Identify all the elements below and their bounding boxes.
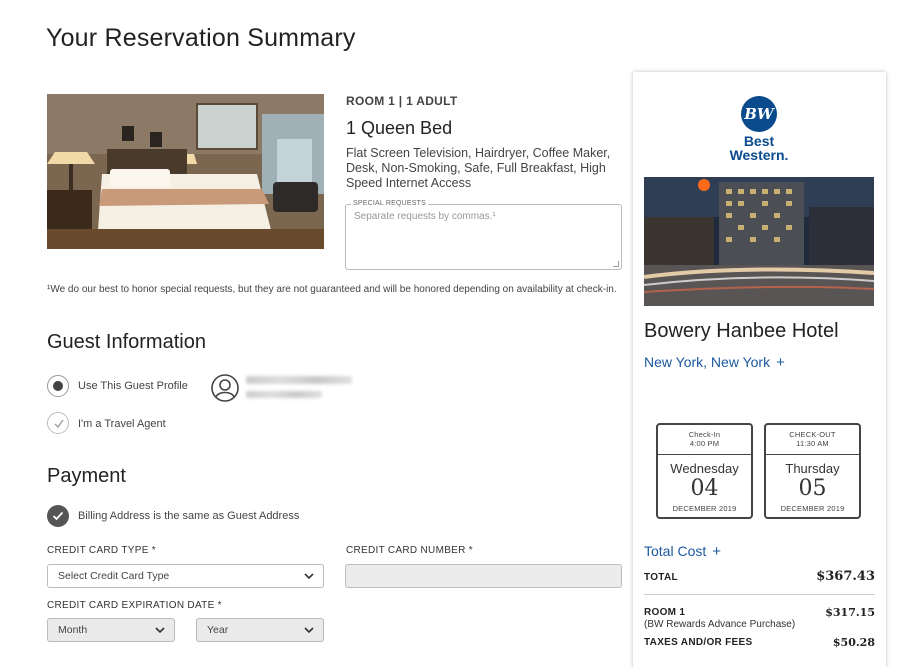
total-value: $367.43: [816, 569, 875, 584]
checkout-day: 05: [798, 476, 827, 501]
room-type: 1 Queen Bed: [346, 118, 453, 138]
expiration-label: CREDIT CARD EXPIRATION DATE *: [47, 600, 222, 611]
billing-same-label: Billing Address is the same as Guest Add…: [78, 510, 300, 522]
hotel-city: New York, New York: [644, 354, 771, 370]
chevron-down-icon: [304, 573, 314, 580]
checkin-card: Check-In 4:00 PM Wednesday 04 DECEMBER 2…: [656, 423, 753, 519]
hotel-summary-panel: BW Best Western. Bowery Hanbee Hotel New…: [633, 72, 886, 667]
guest-detail-redacted: [246, 391, 322, 398]
checkout-weekday: Thursday: [785, 461, 840, 476]
use-profile-radio[interactable]: [47, 375, 69, 397]
room-heading: ROOM 1 | 1 ADULT: [346, 94, 458, 108]
brand-line-2: Western.: [729, 147, 789, 163]
checkout-time: 11:30 AM: [796, 439, 829, 448]
special-requests-field: SPECIAL REQUESTS: [345, 200, 622, 270]
brand-line-1: Best: [743, 133, 775, 149]
room-line-value: $317.15: [825, 606, 875, 619]
checkin-day: 04: [690, 476, 719, 501]
card-number-label: CREDIT CARD NUMBER *: [346, 545, 473, 556]
cost-divider: [644, 594, 875, 595]
room-line-label: ROOM 1: [644, 607, 686, 618]
best-western-logo: BW Best Western.: [725, 96, 795, 166]
payment-title: Payment: [47, 465, 126, 487]
taxes-value: $50.28: [832, 636, 875, 649]
guest-info-title: Guest Information: [47, 331, 206, 353]
chevron-down-icon: [155, 627, 165, 634]
special-requests-input[interactable]: [354, 211, 614, 263]
hotel-name: Bowery Hanbee Hotel: [644, 320, 839, 342]
user-avatar-icon: [211, 374, 239, 402]
card-type-select[interactable]: Select Credit Card Type: [47, 564, 324, 588]
checkmark-icon: [52, 511, 64, 521]
total-cost-title: Total Cost: [644, 543, 707, 559]
chevron-down-icon: [304, 627, 314, 634]
card-type-value: Select Credit Card Type: [58, 570, 170, 582]
room-amenities: Flat Screen Television, Hairdryer, Coffe…: [346, 146, 611, 190]
checkout-label: CHECK-OUT: [789, 430, 836, 439]
travel-agent-label: I'm a Travel Agent: [78, 418, 166, 430]
total-cost-toggle[interactable]: Total Cost +: [644, 543, 721, 560]
checkout-month: DECEMBER 2019: [780, 504, 845, 513]
month-value: Month: [58, 624, 88, 636]
special-requests-label: SPECIAL REQUESTS: [351, 200, 428, 207]
guest-name-redacted: [246, 376, 352, 384]
room-line-sub: (BW Rewards Advance Purchase): [644, 619, 796, 630]
hotel-location-toggle[interactable]: New York, New York +: [644, 354, 785, 371]
travel-agent-radio[interactable]: [47, 412, 69, 434]
checkin-weekday: Wednesday: [670, 461, 739, 476]
special-requests-disclaimer: ¹We do our best to honor special request…: [47, 284, 617, 295]
hotel-photo: [644, 177, 874, 306]
total-label: TOTAL: [644, 572, 678, 583]
checkin-month: DECEMBER 2019: [672, 504, 737, 513]
resize-handle-icon[interactable]: [613, 261, 619, 267]
room-photo: [47, 94, 324, 249]
expiration-month-select[interactable]: Month: [47, 618, 175, 642]
taxes-label: TAXES AND/OR FEES: [644, 637, 753, 648]
checkin-label: Check-In: [688, 430, 721, 439]
use-profile-label: Use This Guest Profile: [78, 380, 188, 392]
year-value: Year: [207, 624, 229, 636]
bw-mark: BW: [741, 96, 777, 132]
expand-plus-icon[interactable]: +: [712, 543, 721, 560]
checkin-time: 4:00 PM: [689, 439, 720, 448]
checkmark-icon: [54, 419, 64, 429]
billing-same-checkbox[interactable]: [47, 505, 69, 527]
page-title: Your Reservation Summary: [46, 24, 356, 52]
card-number-input[interactable]: [345, 564, 622, 588]
expiration-year-select[interactable]: Year: [196, 618, 324, 642]
expand-plus-icon[interactable]: +: [776, 354, 785, 371]
card-type-label: CREDIT CARD TYPE *: [47, 545, 156, 556]
checkout-card: CHECK-OUT 11:30 AM Thursday 05 DECEMBER …: [764, 423, 861, 519]
